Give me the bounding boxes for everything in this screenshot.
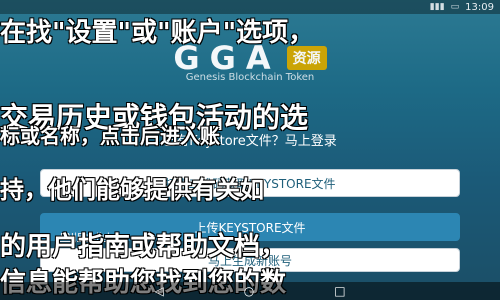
status-bar: ▮▮▮ ▭ 13:09: [0, 0, 500, 14]
logo-badge: 资源: [286, 46, 327, 70]
create-account-button[interactable]: 马上生成新账号: [40, 248, 460, 272]
status-time: 13:09: [465, 1, 494, 13]
recent-apps-icon[interactable]: □: [334, 284, 345, 298]
signal-icon: ▮▮▮: [429, 2, 445, 12]
language-switch-link[interactable]: EN|English: [60, 232, 113, 243]
scan-qr-button[interactable]: 扫描二维码获取KEYSTORE文件: [40, 169, 460, 197]
home-icon[interactable]: ○: [244, 284, 254, 298]
back-icon[interactable]: ◁: [154, 284, 163, 298]
android-nav-bar: ◁ ○ □: [0, 282, 500, 300]
login-prompt[interactable]: 已有Keystore文件？马上登录: [40, 130, 460, 149]
brand-subtitle: Genesis Blockchain Token: [185, 72, 315, 83]
battery-icon: ▭: [450, 2, 460, 12]
